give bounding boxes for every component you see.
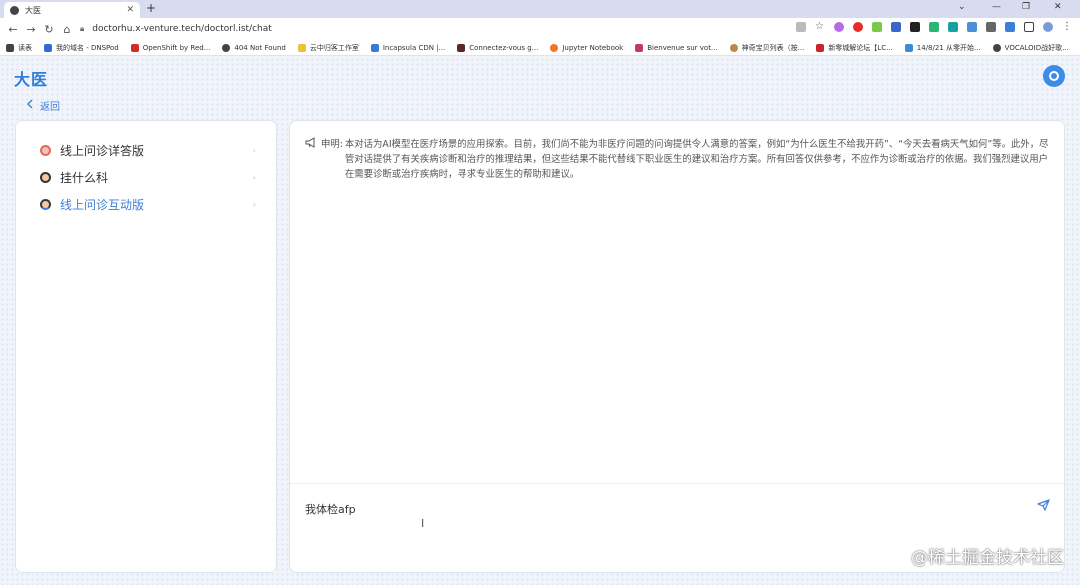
bookmark[interactable]: 14/8/21 从零开始...	[904, 43, 981, 53]
sidebar-item-label: 线上问诊详答版	[60, 144, 145, 158]
bookmark-favicon-icon	[297, 43, 306, 52]
page: 大医 返回 线上问诊详答版 › 挂什么科 › 线上问诊互动版 › 申明: 本对话…	[0, 57, 1080, 585]
extension-icon[interactable]	[967, 22, 977, 32]
extension-icon[interactable]	[929, 22, 939, 32]
new-tab-icon[interactable]: +	[146, 1, 156, 15]
bookmark[interactable]: Jupyter Notebook	[550, 43, 623, 52]
chevron-left-icon	[26, 99, 34, 112]
bookmark-favicon-icon	[550, 43, 559, 52]
sidebar: 线上问诊详答版 › 挂什么科 › 线上问诊互动版 ›	[15, 120, 277, 573]
lock-icon: 🔒︎	[80, 24, 85, 33]
bookmark-favicon-icon	[992, 43, 1001, 52]
bookmark-favicon-icon	[130, 43, 139, 52]
restore-icon[interactable]: ❐	[1022, 2, 1030, 12]
bookmark-favicon-icon	[816, 43, 825, 52]
bookmark[interactable]: 云中归客工作室	[297, 43, 359, 53]
forward-arrow-icon[interactable]: →	[22, 23, 40, 36]
extension-icon[interactable]	[910, 22, 920, 32]
bookmark[interactable]: 读表	[6, 43, 32, 53]
playlist-icon[interactable]	[1005, 22, 1015, 32]
app-logo[interactable]: 大医	[14, 66, 48, 90]
bookmark-favicon-icon	[904, 43, 913, 52]
profile-avatar-icon[interactable]	[1043, 22, 1053, 32]
chevron-right-icon: ›	[252, 173, 256, 182]
puzzle-icon[interactable]	[986, 22, 996, 32]
tab-favicon-icon	[10, 5, 19, 15]
user-icon	[1049, 71, 1059, 81]
tab-bar: 大医 ✕ + ⌄ — ❐ ✕	[0, 0, 1080, 18]
url-text: doctorhu.x-venture.tech/doctorl.ist/chat	[92, 24, 272, 34]
disclaimer: 申明: 本对话为AI模型在医疗场景的应用探索。目前，我们尚不能为非医疗问题的问询…	[305, 137, 1052, 182]
browser-tab[interactable]: 大医 ✕	[4, 2, 140, 18]
bookmark[interactable]: 神奇宝贝列表（按...	[729, 43, 804, 53]
send-icon[interactable]	[1037, 499, 1050, 514]
check-extension-icon[interactable]	[872, 22, 882, 32]
bookmark[interactable]: 我的域名 - DNSPod	[44, 43, 119, 53]
sidebar-item-department-guide[interactable]: 挂什么科 ›	[16, 164, 276, 191]
input-divider	[290, 483, 1064, 484]
sidebar-item-label: 挂什么科	[60, 171, 109, 185]
tab-title: 大医	[25, 5, 41, 15]
message-input[interactable]: 我体检afp	[305, 501, 356, 517]
browser-toolbar: ← → ↻ ⌂ 🔒︎ doctorhu.x-venture.tech/docto…	[0, 18, 1080, 40]
extension-icon[interactable]	[891, 22, 901, 32]
bookmark[interactable]: VOCALOID战好歌...	[992, 43, 1069, 53]
doctor-icon	[40, 199, 51, 210]
bookmark-favicon-icon	[6, 43, 14, 52]
opera-icon[interactable]	[853, 22, 863, 32]
home-icon[interactable]: ⌂	[58, 23, 76, 36]
bookmark[interactable]: Bienvenue sur vot...	[635, 43, 718, 52]
back-label: 返回	[40, 102, 60, 113]
text-cursor-icon: I	[421, 517, 425, 530]
watermark: @稀土掘金技术社区	[911, 548, 1064, 568]
megaphone-icon	[305, 137, 317, 182]
bookmark-favicon-icon	[370, 43, 379, 52]
bookmark-favicon-icon	[457, 43, 466, 52]
minimize-icon[interactable]: —	[992, 2, 1001, 12]
reload-icon[interactable]: ↻	[40, 23, 58, 36]
bookmark-favicon-icon	[222, 43, 231, 52]
disclaimer-text: 本对话为AI模型在医疗场景的应用探索。目前，我们尚不能为非医疗问题的问询提供令人…	[344, 139, 1049, 180]
bookmark[interactable]: 新零城解论坛【LC...	[816, 43, 893, 53]
extension-icon[interactable]	[948, 22, 958, 32]
chevron-right-icon: ›	[252, 146, 256, 155]
sidebar-item-interactive-consultation[interactable]: 线上问诊互动版 ›	[16, 191, 276, 218]
user-avatar[interactable]	[1043, 65, 1065, 87]
bookmark-favicon-icon	[729, 43, 738, 52]
bookmarks-bar: 读表 我的域名 - DNSPod OpenShift by Red... 404…	[0, 40, 1080, 56]
sidebar-item-label: 线上问诊互动版	[60, 198, 145, 212]
chevron-down-icon[interactable]: ⌄	[958, 2, 966, 12]
window-close-icon[interactable]: ✕	[1054, 2, 1062, 12]
doctor-icon	[40, 145, 51, 156]
bookmark[interactable]: 404 Not Found	[222, 43, 286, 52]
star-icon[interactable]: ☆	[815, 22, 825, 32]
extension-icons: ☆ ⋮	[796, 22, 1072, 32]
share-icon[interactable]	[796, 22, 806, 32]
bookmark[interactable]: OpenShift by Red...	[130, 43, 210, 52]
patient-icon	[40, 172, 51, 183]
chat-panel: 申明: 本对话为AI模型在医疗场景的应用探索。目前，我们尚不能为非医疗问题的问询…	[289, 120, 1065, 573]
address-bar[interactable]: 🔒︎ doctorhu.x-venture.tech/doctorl.ist/c…	[80, 21, 820, 37]
extension-icon[interactable]	[834, 22, 844, 32]
back-link[interactable]: 返回	[26, 98, 60, 113]
sidebar-item-detailed-consultation[interactable]: 线上问诊详答版 ›	[16, 137, 276, 164]
bookmark-favicon-icon	[635, 43, 644, 52]
chevron-right-icon: ›	[252, 200, 256, 209]
bookmark-favicon-icon	[44, 43, 52, 52]
back-arrow-icon[interactable]: ←	[4, 23, 22, 36]
close-tab-icon[interactable]: ✕	[126, 5, 134, 15]
bookmark[interactable]: Incapsula CDN |...	[370, 43, 445, 52]
sidepanel-icon[interactable]	[1024, 22, 1034, 32]
disclaimer-label: 申明:	[321, 139, 343, 150]
more-menu-icon[interactable]: ⋮	[1062, 22, 1072, 32]
bookmark[interactable]: Connectez-vous g...	[457, 43, 538, 52]
